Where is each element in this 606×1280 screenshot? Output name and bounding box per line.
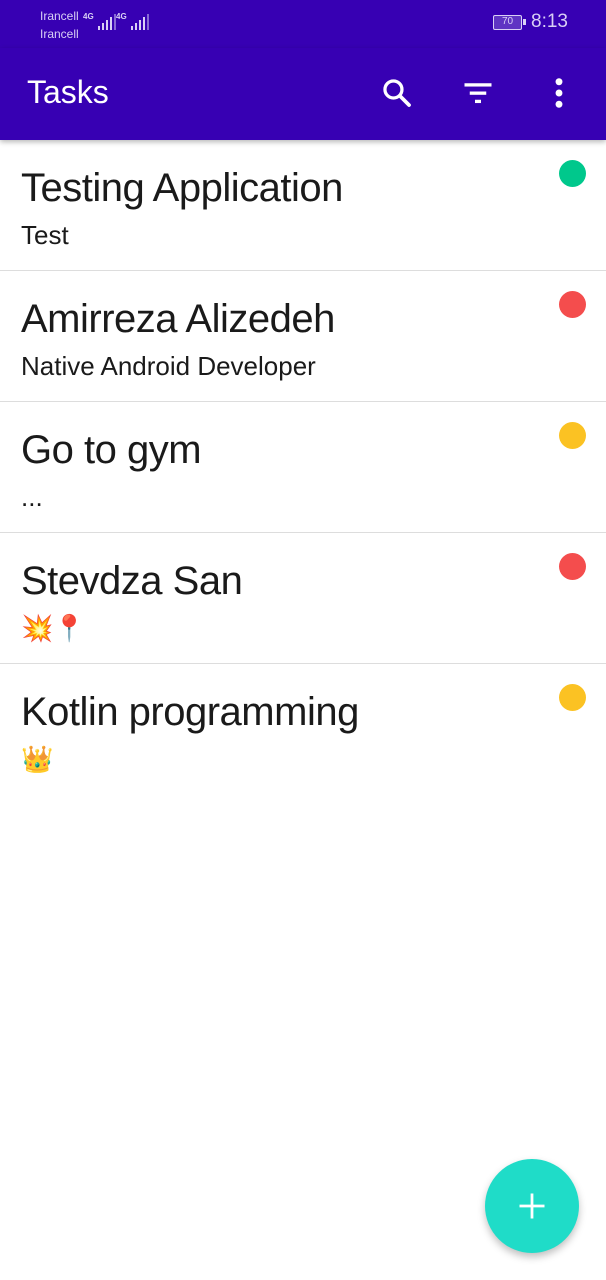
carrier-labels: Irancell Irancell (40, 7, 79, 43)
task-list: Testing Application Test Amirreza Alized… (0, 140, 606, 795)
task-description: ... (21, 482, 43, 512)
carrier-2: Irancell (40, 27, 79, 41)
search-icon[interactable] (377, 73, 417, 113)
filter-icon[interactable] (458, 73, 498, 113)
priority-indicator (559, 160, 586, 187)
task-item[interactable]: Amirreza Alizedeh Native Android Develop… (0, 271, 606, 402)
add-task-button[interactable] (485, 1159, 579, 1253)
task-description: Native Android Developer (21, 351, 316, 381)
task-title: Go to gym (21, 428, 202, 472)
status-time: 8:13 (531, 11, 568, 32)
task-item[interactable]: Testing Application Test (0, 140, 606, 271)
task-description: 💥📍 (21, 613, 86, 643)
task-description: 👑 (21, 744, 54, 774)
task-item[interactable]: Stevdza San 💥📍 (0, 533, 606, 664)
more-vert-icon[interactable] (539, 73, 579, 113)
task-title: Stevdza San (21, 559, 243, 603)
carrier-1: Irancell (40, 9, 79, 23)
priority-indicator (559, 422, 586, 449)
battery-icon: 70 (493, 15, 526, 30)
add-icon (519, 1193, 545, 1219)
signal-1-icon: 4G (83, 12, 116, 30)
app-bar: Tasks (0, 48, 606, 140)
priority-indicator (559, 553, 586, 580)
status-bar: Irancell Irancell 4G 4G 70 8:13 (0, 0, 606, 48)
app-title: Tasks (27, 74, 109, 110)
task-item[interactable]: Kotlin programming 👑 (0, 664, 606, 795)
task-description: Test (21, 220, 69, 250)
network-type-1: 4G (83, 12, 94, 21)
network-type-2: 4G (116, 12, 127, 21)
priority-indicator (559, 291, 586, 318)
signal-2-icon: 4G (116, 12, 149, 30)
task-title: Amirreza Alizedeh (21, 297, 335, 341)
task-item[interactable]: Go to gym ... (0, 402, 606, 533)
priority-indicator (559, 684, 586, 711)
task-title: Kotlin programming (21, 690, 359, 734)
task-title: Testing Application (21, 166, 343, 210)
